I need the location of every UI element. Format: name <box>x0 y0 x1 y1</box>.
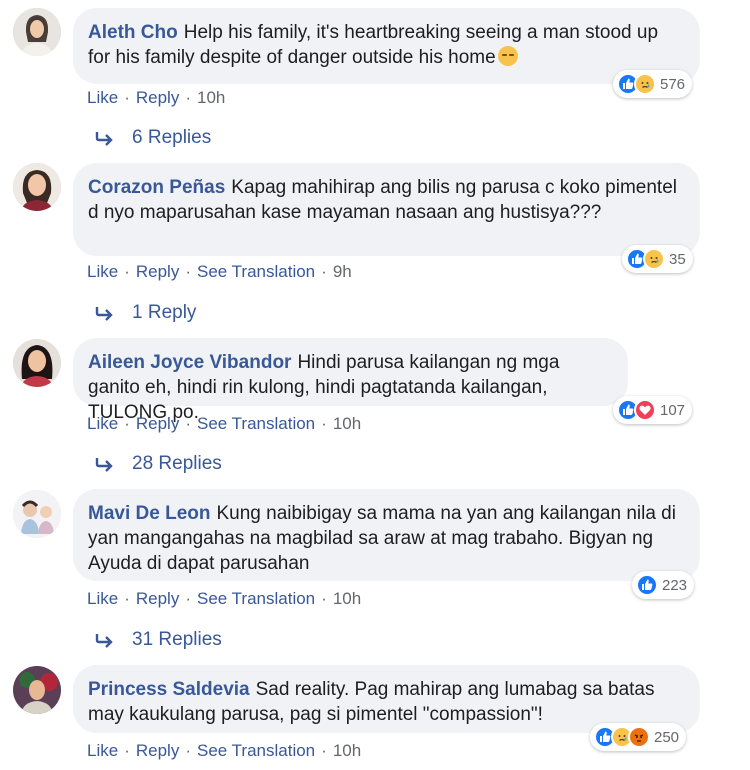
see-translation-link[interactable]: See Translation <box>197 414 315 434</box>
view-replies-link[interactable]: 28 Replies <box>95 453 222 475</box>
angry-reaction-icon <box>628 726 650 748</box>
separator: · <box>185 589 191 608</box>
love-reaction-icon <box>634 399 656 421</box>
avatar[interactable] <box>13 490 61 538</box>
comment-author[interactable]: Aileen Joyce Vibandor <box>88 352 291 373</box>
replies-count[interactable]: 31 Replies <box>132 629 222 651</box>
reply-link[interactable]: Reply <box>136 741 179 761</box>
separator: · <box>321 414 327 433</box>
replies-count[interactable]: 6 Replies <box>132 127 211 149</box>
reply-arrow-icon <box>95 634 113 648</box>
reaction-summary[interactable]: 223 <box>632 571 695 599</box>
comment-author[interactable]: Princess Saldevia <box>88 679 250 700</box>
reaction-summary[interactable]: 576 <box>613 70 693 98</box>
reply-arrow-icon <box>95 307 113 321</box>
separator: · <box>185 262 191 281</box>
comment-bubble: Aleth Cho Help his family, it's heartbrea… <box>73 8 700 84</box>
like-link[interactable]: Like <box>87 741 118 761</box>
like-link[interactable]: Like <box>87 262 118 282</box>
see-translation-link[interactable]: See Translation <box>197 741 315 761</box>
reply-link[interactable]: Reply <box>136 88 179 108</box>
avatar[interactable] <box>13 163 61 211</box>
separator: · <box>124 88 130 107</box>
separator: · <box>185 88 191 107</box>
comment-author[interactable]: Corazon Peñas <box>88 177 225 198</box>
reply-arrow-icon <box>95 458 113 472</box>
timestamp[interactable]: 10h <box>333 589 361 609</box>
view-replies-link[interactable]: 6 Replies <box>95 127 211 149</box>
comment-bubble: Aileen Joyce Vibandor Hindi parusa kailan… <box>73 338 628 423</box>
reaction-summary[interactable]: 250 <box>590 723 687 751</box>
comment-actions: Like · Reply · 10h <box>87 88 225 108</box>
separator: · <box>124 589 130 608</box>
comment-author[interactable]: Aleth Cho <box>88 22 178 43</box>
reaction-summary[interactable]: 35 <box>622 245 693 273</box>
comment-actions: Like · Reply · See Translation · 10h <box>87 414 361 434</box>
avatar[interactable] <box>13 339 61 387</box>
reply-link[interactable]: Reply <box>136 262 179 282</box>
view-replies-link[interactable]: 1 Reply <box>95 302 196 324</box>
separator: · <box>321 262 327 281</box>
timestamp[interactable]: 10h <box>333 741 361 761</box>
separator: · <box>124 414 130 433</box>
comment-bubble: Mavi De Leon Kung naibibigay sa mama na y… <box>73 489 700 581</box>
separator: · <box>124 262 130 281</box>
separator: · <box>185 414 191 433</box>
comment-bubble: Corazon Peñas Kapag mahihirap ang bilis n… <box>73 163 700 256</box>
comment-actions: Like · Reply · See Translation · 10h <box>87 741 361 761</box>
view-replies-link[interactable]: 31 Replies <box>95 629 222 651</box>
reaction-count: 223 <box>662 576 688 594</box>
reply-arrow-icon <box>95 132 113 146</box>
separator: · <box>321 741 327 760</box>
comment-actions: Like · Reply · See Translation · 9h <box>87 262 352 282</box>
reply-link[interactable]: Reply <box>136 414 179 434</box>
reaction-count: 35 <box>669 250 686 268</box>
like-link[interactable]: Like <box>87 589 118 609</box>
reaction-count: 107 <box>660 401 686 419</box>
timestamp[interactable]: 9h <box>333 262 352 282</box>
reaction-count: 576 <box>660 75 686 93</box>
avatar[interactable] <box>13 8 61 56</box>
replies-count[interactable]: 1 Reply <box>132 302 196 324</box>
like-link[interactable]: Like <box>87 88 118 108</box>
reaction-summary[interactable]: 107 <box>613 396 693 424</box>
sad-reaction-icon <box>634 73 656 95</box>
see-translation-link[interactable]: See Translation <box>197 589 315 609</box>
timestamp[interactable]: 10h <box>197 88 225 108</box>
replies-count[interactable]: 28 Replies <box>132 453 222 475</box>
avatar[interactable] <box>13 666 61 714</box>
see-translation-link[interactable]: See Translation <box>197 262 315 282</box>
sad-reaction-icon <box>643 248 665 270</box>
separator: · <box>124 741 130 760</box>
separator: · <box>321 589 327 608</box>
timestamp[interactable]: 10h <box>333 414 361 434</box>
pensive-emoji-icon <box>497 46 518 66</box>
separator: · <box>185 741 191 760</box>
comment-actions: Like · Reply · See Translation · 10h <box>87 589 361 609</box>
reaction-count: 250 <box>654 728 680 746</box>
reply-link[interactable]: Reply <box>136 589 179 609</box>
like-link[interactable]: Like <box>87 414 118 434</box>
like-reaction-icon <box>636 574 658 596</box>
comment-author[interactable]: Mavi De Leon <box>88 503 210 524</box>
